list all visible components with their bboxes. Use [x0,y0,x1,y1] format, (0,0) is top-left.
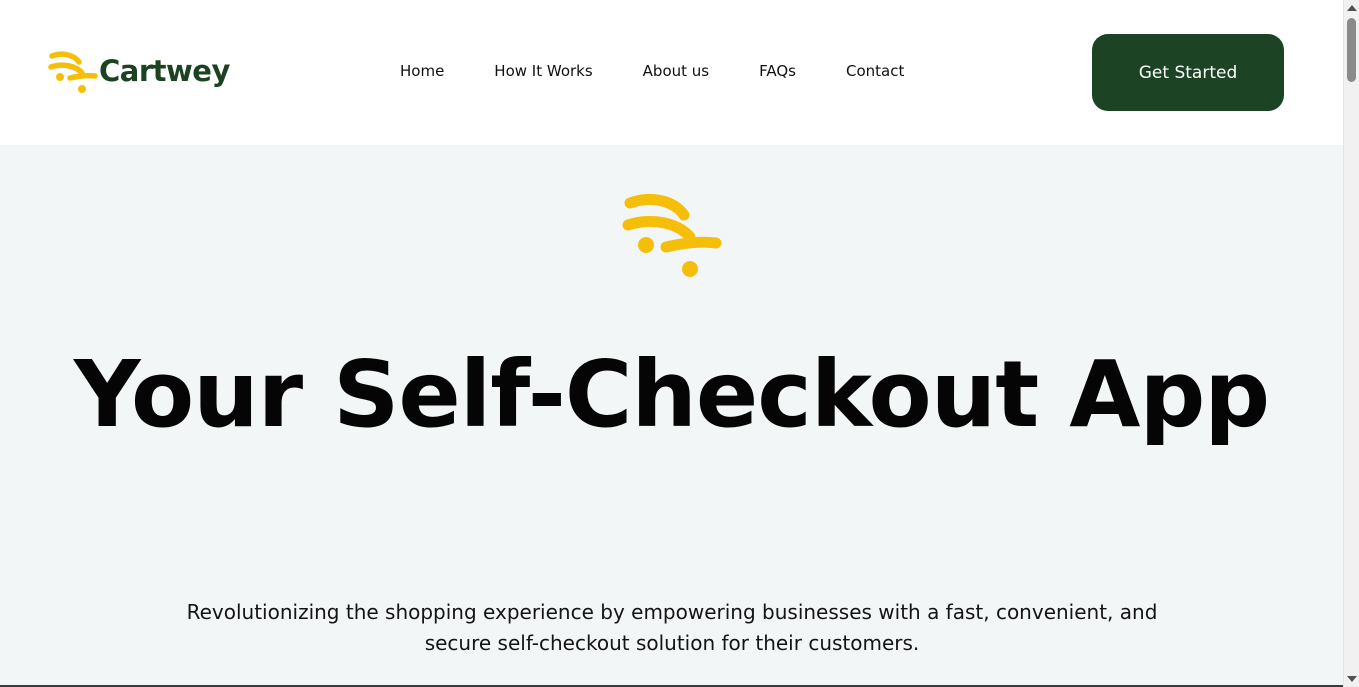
nav-item-home[interactable]: Home [400,62,444,80]
nav-item-contact[interactable]: Contact [846,62,904,80]
vertical-scrollbar[interactable] [1343,0,1359,687]
nav-item-about-us[interactable]: About us [643,62,709,80]
hero-title: Your Self-Checkout App [73,341,1270,448]
scroll-up-arrow-icon[interactable] [1347,5,1357,11]
nav-item-how-it-works[interactable]: How It Works [494,62,592,80]
cart-wave-logo-icon [622,194,722,277]
brand-logo-link[interactable]: Cartwey [48,50,230,94]
brand-name: Cartwey [99,54,230,88]
scroll-down-arrow-icon[interactable] [1347,676,1357,682]
hero-section: Your Self-Checkout App Revolutionizing t… [0,145,1343,687]
site-header: Cartwey Home How It Works About us FAQs … [0,0,1343,145]
nav-item-faqs[interactable]: FAQs [759,62,796,80]
cart-wave-logo-icon [48,51,98,93]
get-started-button[interactable]: Get Started [1092,34,1284,111]
page: Cartwey Home How It Works About us FAQs … [0,0,1343,687]
scrollbar-thumb[interactable] [1347,18,1356,82]
main-nav: Home How It Works About us FAQs Contact [400,62,904,80]
hero-subtitle: Revolutionizing the shopping experience … [186,600,1158,655]
browser-viewport: Cartwey Home How It Works About us FAQs … [0,0,1359,687]
